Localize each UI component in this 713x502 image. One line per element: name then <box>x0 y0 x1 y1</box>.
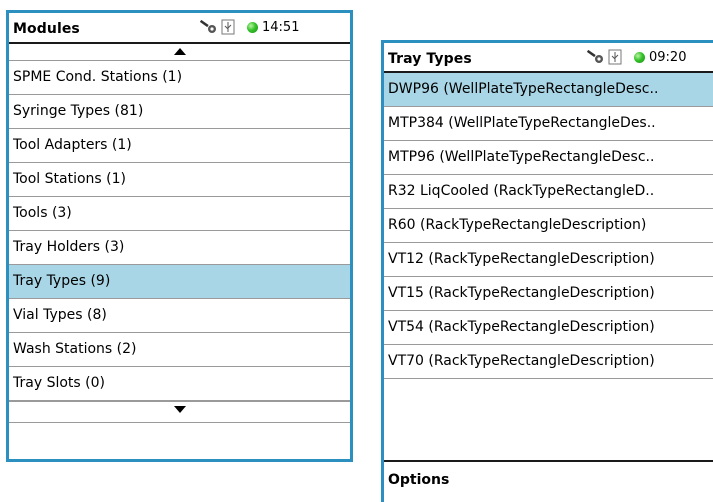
clock: 09:20 <box>649 49 687 65</box>
list-item[interactable]: VT15 (RackTypeRectangleDescription) <box>384 277 713 311</box>
list-item[interactable]: VT70 (RackTypeRectangleDescription) <box>384 345 713 379</box>
status-area: 14:51 <box>197 19 299 35</box>
list-item[interactable]: Tool Stations (1) <box>9 163 350 197</box>
list-item[interactable]: Syringe Types (81) <box>9 95 350 129</box>
list-item[interactable]: Tools (3) <box>9 197 350 231</box>
list-item[interactable]: Vial Types (8) <box>9 299 350 333</box>
usb-icon <box>221 19 235 35</box>
status-area: 09:20 <box>584 49 686 65</box>
list-item-selected[interactable]: Tray Types (9) <box>9 265 350 299</box>
status-led-icon <box>247 21 258 33</box>
modules-list: SPME Cond. Stations (1) Syringe Types (8… <box>9 61 350 401</box>
key-icon <box>584 49 606 65</box>
page-title: Tray Types <box>388 51 472 67</box>
modules-panel: Modules 14:51 SPME Cond. Stations (1) Sy… <box>6 10 353 462</box>
list-item[interactable]: Tray Slots (0) <box>9 367 350 401</box>
list-item[interactable]: Tool Adapters (1) <box>9 129 350 163</box>
scroll-down-button[interactable] <box>9 401 350 423</box>
tray-types-panel: Tray Types 09:20 DWP96 (WellPlateTypeRec… <box>381 40 713 502</box>
list-item[interactable]: R60 (RackTypeRectangleDescription) <box>384 209 713 243</box>
scroll-up-icon <box>173 48 186 55</box>
key-icon <box>197 19 219 35</box>
tray-types-list: DWP96 (WellPlateTypeRectangleDesc.. MTP3… <box>384 73 713 379</box>
scroll-up-button[interactable] <box>9 44 350 61</box>
empty-row <box>9 423 350 457</box>
list-item[interactable]: VT12 (RackTypeRectangleDescription) <box>384 243 713 277</box>
list-item[interactable]: Wash Stations (2) <box>9 333 350 367</box>
list-item-selected[interactable]: DWP96 (WellPlateTypeRectangleDesc.. <box>384 73 713 107</box>
page-title: Modules <box>13 21 80 37</box>
list-item[interactable]: MTP384 (WellPlateTypeRectangleDes.. <box>384 107 713 141</box>
list-item[interactable]: R32 LiqCooled (RackTypeRectangleD.. <box>384 175 713 209</box>
usb-icon <box>608 49 622 65</box>
list-item[interactable]: MTP96 (WellPlateTypeRectangleDesc.. <box>384 141 713 175</box>
status-led-icon <box>634 51 645 63</box>
options-label: Options <box>388 472 450 488</box>
tray-types-header: Tray Types 09:20 <box>384 43 713 73</box>
list-item[interactable]: SPME Cond. Stations (1) <box>9 61 350 95</box>
modules-header: Modules 14:51 <box>9 13 350 44</box>
clock: 14:51 <box>262 19 300 35</box>
list-item[interactable]: VT54 (RackTypeRectangleDescription) <box>384 311 713 345</box>
scroll-down-icon <box>173 406 186 413</box>
list-item[interactable]: Tray Holders (3) <box>9 231 350 265</box>
